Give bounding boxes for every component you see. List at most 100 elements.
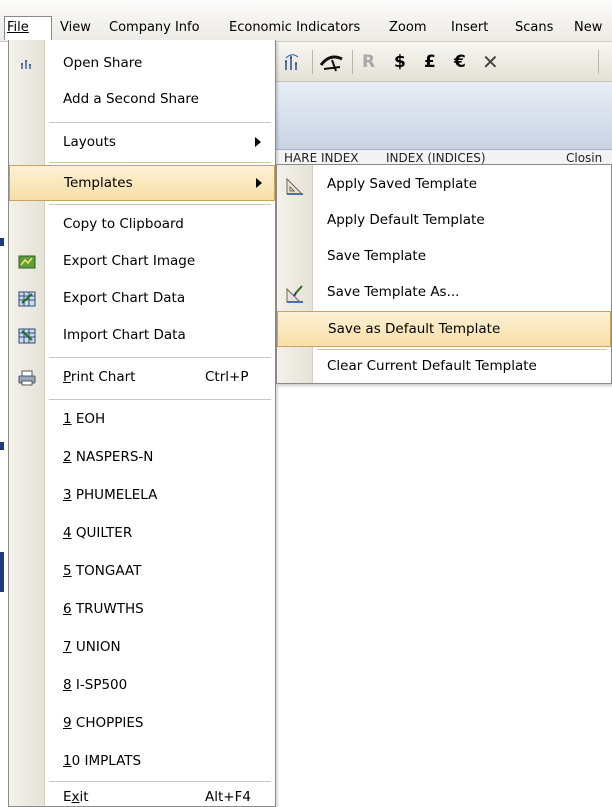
templates-label: Templates xyxy=(64,175,133,191)
recent-item-4[interactable]: 4 QUILTER xyxy=(9,516,275,552)
recent-item-label: 6 TRUWTHS xyxy=(63,601,144,617)
recent-item-number: 6 xyxy=(63,601,72,617)
recent-item-2[interactable]: 2 NASPERS-N xyxy=(9,440,275,476)
menu-view[interactable]: View xyxy=(60,18,91,38)
toolbar-separator xyxy=(352,50,353,74)
save-as-default-template-label: Save as Default Template xyxy=(328,321,501,337)
add-second-share-item[interactable]: Add a Second Share xyxy=(9,82,275,118)
menu-economic-indicators[interactable]: Economic Indicators xyxy=(229,18,360,38)
menu-separator xyxy=(49,357,271,358)
recent-item-name: IMPLATS xyxy=(84,753,142,769)
file-menu: Open Share Add a Second Share Layouts Te… xyxy=(8,40,276,807)
column-header: INDEX (INDICES) xyxy=(386,151,486,165)
euro-button-label: € xyxy=(454,52,466,72)
recent-item-number: 2 xyxy=(63,449,72,465)
menu-new[interactable]: New xyxy=(574,18,602,38)
menu-zoom-label: Zoom xyxy=(389,20,427,35)
recent-item-9[interactable]: 9 CHOPPIES xyxy=(9,706,275,742)
clear-default-template-item[interactable]: Clear Current Default Template xyxy=(277,349,611,385)
recent-item-number: 8 xyxy=(63,677,72,693)
open-share-label: Open Share xyxy=(63,55,143,71)
printer-icon xyxy=(18,369,36,387)
recent-item-number-rest: 0 xyxy=(71,753,81,769)
submenu-arrow-icon xyxy=(256,178,262,188)
close-icon-label: ✕ xyxy=(482,50,499,74)
menu-zoom[interactable]: Zoom xyxy=(389,18,426,38)
recent-item-number: 7 xyxy=(63,639,72,655)
menu-view-label: View xyxy=(60,20,91,35)
exit-shortcut: Alt+F4 xyxy=(205,789,251,805)
export-chart-image-item[interactable]: Export Chart Image xyxy=(9,244,275,280)
toolbar-separator xyxy=(312,50,313,74)
recent-item-8[interactable]: 8 I-SP500 xyxy=(9,668,275,704)
edge-marker xyxy=(0,238,4,246)
r-button[interactable]: R xyxy=(362,51,375,73)
toolbar: R $ £ € ✕ xyxy=(276,42,612,82)
chart-header-bar xyxy=(276,82,612,150)
close-icon[interactable]: ✕ xyxy=(482,51,499,73)
chart-type-icon[interactable] xyxy=(282,52,304,74)
save-template-item[interactable]: Save Template xyxy=(277,239,611,275)
apply-default-template-item[interactable]: Apply Default Template xyxy=(277,203,611,239)
recent-item-label: 4 QUILTER xyxy=(63,525,132,541)
menu-economic-indicators-label: Economic Indicators xyxy=(229,20,361,35)
menu-separator xyxy=(49,204,271,205)
recent-item-10[interactable]: 10 IMPLATS xyxy=(9,744,275,780)
exit-access-key: x xyxy=(71,789,80,805)
menu-company-info-label: Company Info xyxy=(109,20,200,35)
layouts-label: Layouts xyxy=(63,134,116,150)
save-template-label: Save Template xyxy=(327,248,427,264)
recent-item-number: 9 xyxy=(63,715,72,731)
open-share-item[interactable]: Open Share xyxy=(9,46,275,82)
template-ruler-icon xyxy=(285,176,305,196)
recent-item-number: 4 xyxy=(63,525,72,541)
recent-item-label: 8 I-SP500 xyxy=(63,677,127,693)
templates-item[interactable]: Templates xyxy=(9,165,275,201)
layouts-item[interactable]: Layouts xyxy=(9,125,275,161)
menu-scans[interactable]: Scans xyxy=(515,18,553,38)
r-button-label: R xyxy=(362,52,376,72)
menu-insert[interactable]: Insert xyxy=(451,18,488,38)
pound-button[interactable]: £ xyxy=(424,51,436,73)
export-chart-data-item[interactable]: Export Chart Data xyxy=(9,281,275,317)
menu-separator xyxy=(49,162,271,163)
menu-file[interactable]: File xyxy=(4,16,52,40)
recent-item-name: PHUMELELA xyxy=(75,487,158,503)
application-window: File View Company Info Economic Indicato… xyxy=(0,0,612,807)
toolbar-grip xyxy=(598,50,599,74)
recent-item-6[interactable]: 6 TRUWTHS xyxy=(9,592,275,628)
print-label-rest: rint Chart xyxy=(70,369,136,385)
save-template-as-item[interactable]: Save Template As... xyxy=(277,275,611,311)
column-header: HARE INDEX xyxy=(284,151,359,165)
recent-item-name: UNION xyxy=(75,639,121,655)
recent-item-number: 5 xyxy=(63,563,72,579)
recent-item-label: 3 PHUMELELA xyxy=(63,487,157,503)
menu-company-info[interactable]: Company Info xyxy=(109,18,200,38)
exit-label-rest: it xyxy=(79,789,89,805)
recent-item-1[interactable]: 1 EOH xyxy=(9,402,275,438)
apply-saved-template-label: Apply Saved Template xyxy=(327,176,478,192)
recent-item-3[interactable]: 3 PHUMELELA xyxy=(9,478,275,514)
menu-bar: File View Company Info Economic Indicato… xyxy=(0,0,612,42)
import-data-icon xyxy=(18,327,36,345)
apply-saved-template-item[interactable]: Apply Saved Template xyxy=(277,167,611,203)
recent-item-name: QUILTER xyxy=(75,525,133,541)
export-data-label: Export Chart Data xyxy=(63,290,186,306)
exit-item[interactable]: Exit Alt+F4 xyxy=(9,780,275,807)
menu-new-label: New xyxy=(574,20,603,35)
recent-item-label: 10 IMPLATS xyxy=(63,753,141,769)
recent-item-label: 7 UNION xyxy=(63,639,121,655)
copy-clipboard-item[interactable]: Copy to Clipboard xyxy=(9,207,275,243)
open-share-icon xyxy=(18,55,36,73)
save-as-default-template-item[interactable]: Save as Default Template xyxy=(277,311,611,347)
print-chart-item[interactable]: Print Chart Ctrl+P xyxy=(9,360,275,396)
import-chart-data-item[interactable]: Import Chart Data xyxy=(9,318,275,354)
recent-item-5[interactable]: 5 TONGAAT xyxy=(9,554,275,590)
eye-icon[interactable] xyxy=(318,51,346,73)
recent-item-label: 2 NASPERS-N xyxy=(63,449,153,465)
euro-button[interactable]: € xyxy=(454,51,466,73)
save-template-as-label: Save Template As... xyxy=(327,284,460,300)
recent-item-7[interactable]: 7 UNION xyxy=(9,630,275,666)
dollar-button[interactable]: $ xyxy=(394,51,406,73)
recent-item-label: 1 EOH xyxy=(63,411,105,427)
